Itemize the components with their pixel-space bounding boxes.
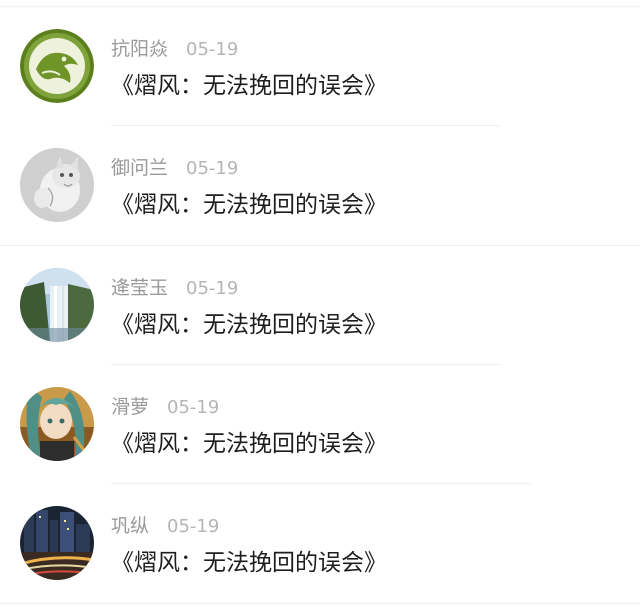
comment-title[interactable]: 《熠风：无法挽回的误会》 [111, 185, 387, 219]
list-item[interactable]: 抗阳焱 05-19 《熠风：无法挽回的误会》 [0, 0, 640, 118]
comment-list: 抗阳焱 05-19 《熠风：无法挽回的误会》 御问兰 05-19 《熠风：无法挽… [0, 0, 640, 615]
comment-meta: 滑萝 05-19 [111, 392, 219, 422]
author-name[interactable]: 滑萝 [111, 392, 149, 419]
comment-title[interactable]: 《熠风：无法挽回的误会》 [111, 424, 387, 458]
comment-meta: 逄莹玉 05-19 [111, 273, 238, 303]
comment-meta: 御问兰 05-19 [111, 153, 238, 183]
comment-title[interactable]: 《熠风：无法挽回的误会》 [111, 543, 387, 577]
comment-date: 05-19 [167, 516, 220, 537]
author-name[interactable]: 巩纵 [111, 511, 149, 538]
comment-title[interactable]: 《熠风：无法挽回的误会》 [111, 305, 387, 339]
green-bird-avatar[interactable] [20, 29, 94, 103]
list-item[interactable]: 逄莹玉 05-19 《熠风：无法挽回的误会》 [0, 239, 640, 357]
comment-date: 05-19 [186, 278, 239, 299]
comment-date: 05-19 [167, 397, 220, 418]
author-name[interactable]: 抗阳焱 [111, 34, 168, 61]
comment-date: 05-19 [186, 158, 239, 179]
comment-meta: 抗阳焱 05-19 [111, 34, 238, 64]
comment-meta: 巩纵 05-19 [111, 511, 219, 541]
city-night-avatar[interactable] [20, 506, 94, 580]
list-item[interactable]: 滑萝 05-19 《熠风：无法挽回的误会》 [0, 358, 640, 476]
comment-date: 05-19 [186, 39, 239, 60]
item-divider [0, 603, 640, 604]
list-item[interactable]: 御问兰 05-19 《熠风：无法挽回的误会》 [0, 119, 640, 237]
author-name[interactable]: 御问兰 [111, 153, 168, 180]
list-item[interactable]: 巩纵 05-19 《熠风：无法挽回的误会》 [0, 477, 640, 595]
anime-girl-avatar[interactable] [20, 387, 94, 461]
comment-title[interactable]: 《熠风：无法挽回的误会》 [111, 66, 387, 100]
author-name[interactable]: 逄莹玉 [111, 273, 168, 300]
waterfall-avatar[interactable] [20, 268, 94, 342]
kitten-avatar[interactable] [20, 148, 94, 222]
